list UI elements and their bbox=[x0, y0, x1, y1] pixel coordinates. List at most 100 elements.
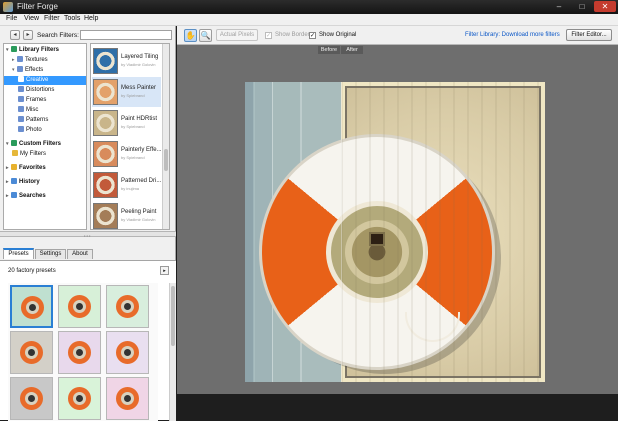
minimize-button[interactable]: – bbox=[548, 1, 570, 12]
life-buoy-icon bbox=[68, 295, 91, 318]
life-buoy-icon bbox=[68, 341, 91, 364]
preset-thumbnail[interactable] bbox=[58, 377, 101, 420]
window-title: Filter Forge bbox=[17, 2, 58, 11]
life-buoy-slot bbox=[369, 232, 385, 246]
preview-image[interactable] bbox=[245, 82, 545, 382]
tree-item-label: Distortions bbox=[26, 87, 55, 93]
preset-thumbnail[interactable] bbox=[58, 285, 101, 328]
close-button[interactable]: ✕ bbox=[594, 1, 616, 12]
show-border-checkbox[interactable]: ✓ Show Border bbox=[265, 31, 310, 40]
search-input[interactable] bbox=[80, 30, 172, 40]
menu-tools[interactable]: Tools bbox=[64, 15, 80, 22]
back-button[interactable]: ◂ bbox=[10, 30, 20, 40]
folder-icon bbox=[18, 116, 24, 122]
tab-about[interactable]: About bbox=[67, 249, 93, 259]
hand-tool-button[interactable]: ✋ bbox=[184, 29, 197, 42]
menu-view[interactable]: View bbox=[24, 15, 39, 22]
tab-settings[interactable]: Settings bbox=[35, 249, 66, 259]
filter-author: by Vladimir Golovin bbox=[121, 62, 156, 67]
left-panel: ◂ ▸ Search Filters: ▾ Library Filters ▸ Tex… bbox=[0, 26, 176, 421]
tree-item-effects[interactable]: ▾ Effects bbox=[4, 66, 86, 75]
folder-icon bbox=[18, 106, 24, 112]
filter-thumbnail bbox=[93, 203, 118, 229]
tab-bar: Presets Settings About bbox=[0, 248, 176, 260]
presets-menu-button[interactable]: ▸ bbox=[160, 266, 169, 275]
search-label: Search Filters: bbox=[37, 32, 79, 39]
category-tree: ▾ Library Filters ▸ Textures ▾ Effects Creativ… bbox=[3, 43, 87, 230]
tree-item-textures[interactable]: ▸ Textures bbox=[4, 56, 86, 65]
folder-icon bbox=[18, 76, 24, 82]
menu-filter[interactable]: Filter bbox=[44, 15, 60, 22]
preset-thumbnail[interactable] bbox=[10, 331, 53, 374]
show-original-checkbox[interactable]: ✓ Show Original bbox=[309, 31, 356, 40]
filter-library-link[interactable]: Filter Library: Download more filters bbox=[465, 32, 560, 38]
life-buoy-icon bbox=[20, 341, 43, 364]
preset-grid bbox=[8, 283, 158, 421]
preset-thumbnail[interactable] bbox=[106, 285, 149, 328]
tree-item-label: Favorites bbox=[19, 165, 46, 171]
tree-item-misc[interactable]: Misc bbox=[4, 106, 86, 115]
tab-presets[interactable]: Presets bbox=[3, 248, 34, 259]
preset-thumbnail[interactable] bbox=[106, 331, 149, 374]
life-buoy-icon bbox=[68, 387, 91, 410]
presets-scrollbar-thumb[interactable] bbox=[171, 286, 175, 346]
tree-item-label: History bbox=[19, 179, 40, 185]
filter-item[interactable]: Paint HDRtist by Spiebrand bbox=[92, 108, 161, 138]
before-after-divider[interactable] bbox=[341, 82, 342, 382]
tree-item-patterns[interactable]: Patterns bbox=[4, 116, 86, 125]
filter-item[interactable]: Peeling Paint by Vladimir Golovin bbox=[92, 201, 161, 229]
tree-item-photo[interactable]: Photo bbox=[4, 126, 86, 135]
tree-item-library-filters[interactable]: ▾ Library Filters bbox=[4, 46, 86, 55]
menu-help[interactable]: Help bbox=[84, 15, 98, 22]
filter-item[interactable]: Patterned Dri... by inujima bbox=[92, 170, 161, 200]
filter-author: by Vladimir Golovin bbox=[121, 217, 156, 222]
menu-bar: File View Filter Tools Help bbox=[0, 14, 618, 26]
tree-item-custom-filters[interactable]: ▾ Custom Filters bbox=[4, 140, 86, 149]
preset-thumbnail[interactable] bbox=[10, 377, 53, 420]
filter-thumbnail bbox=[93, 141, 118, 167]
panel-splitter[interactable]: • • • bbox=[0, 231, 176, 238]
filter-name: Mess Painter bbox=[121, 85, 157, 91]
life-buoy-icon bbox=[116, 341, 139, 364]
forward-button[interactable]: ▸ bbox=[23, 30, 33, 40]
preset-thumbnail[interactable] bbox=[58, 331, 101, 374]
maximize-button[interactable]: □ bbox=[571, 1, 593, 12]
tree-item-label: Photo bbox=[26, 127, 42, 133]
scrollbar-thumb[interactable] bbox=[164, 149, 168, 171]
preset-thumbnail[interactable] bbox=[10, 285, 53, 328]
filter-item[interactable]: Painterly Effe... by Spiebrand bbox=[92, 139, 162, 169]
filter-item[interactable]: Mess Painter by Spiebrand bbox=[92, 77, 161, 107]
tree-item-history[interactable]: ▸ History bbox=[4, 178, 86, 187]
filter-author: by Spiebrand bbox=[121, 124, 145, 129]
folder-icon bbox=[18, 86, 24, 92]
tree-item-distortions[interactable]: Distortions bbox=[4, 86, 86, 95]
tree-item-frames[interactable]: Frames bbox=[4, 96, 86, 105]
presets-scrollbar[interactable] bbox=[169, 283, 176, 421]
tree-item-label: Textures bbox=[25, 57, 48, 63]
filter-item[interactable]: Layered Tiling by Vladimir Golovin bbox=[92, 46, 161, 76]
tree-item-creative[interactable]: Creative bbox=[4, 76, 86, 85]
life-buoy-icon bbox=[116, 387, 139, 410]
menu-file[interactable]: File bbox=[6, 15, 17, 22]
checkbox-check-icon: ✓ bbox=[309, 32, 316, 39]
show-original-label: Show Original bbox=[319, 32, 357, 38]
filter-list: Peeling Paint by Vladimir Golovin Patterne… bbox=[90, 43, 170, 230]
filter-author: by Spiebrand bbox=[121, 155, 145, 160]
preset-thumbnail[interactable] bbox=[106, 377, 149, 420]
show-border-label: Show Border bbox=[275, 32, 310, 38]
life-buoy-core bbox=[345, 220, 409, 284]
hand-icon: ✋ bbox=[185, 31, 196, 40]
filter-editor-button[interactable]: Filter Editor... bbox=[566, 29, 612, 41]
filter-author: by Spiebrand bbox=[121, 93, 145, 98]
folder-icon bbox=[17, 56, 23, 62]
tree-item-my-filters[interactable]: My Filters bbox=[4, 150, 86, 159]
filter-name: Painterly Effe... bbox=[121, 147, 162, 153]
actual-pixels-button[interactable]: Actual Pixels bbox=[216, 29, 258, 41]
filter-author: by inujima bbox=[121, 186, 140, 191]
tree-item-favorites[interactable]: ▸ Favorites bbox=[4, 164, 86, 173]
preview-toolbar: ✋ 🔍 Actual Pixels ✓ Show Border ✓ Show Ori… bbox=[177, 26, 618, 45]
life-buoy-icon bbox=[21, 296, 44, 319]
zoom-tool-button[interactable]: 🔍 bbox=[199, 29, 212, 42]
filter-list-scrollbar[interactable] bbox=[162, 44, 169, 229]
tree-item-searches[interactable]: ▸ Searches bbox=[4, 192, 86, 201]
